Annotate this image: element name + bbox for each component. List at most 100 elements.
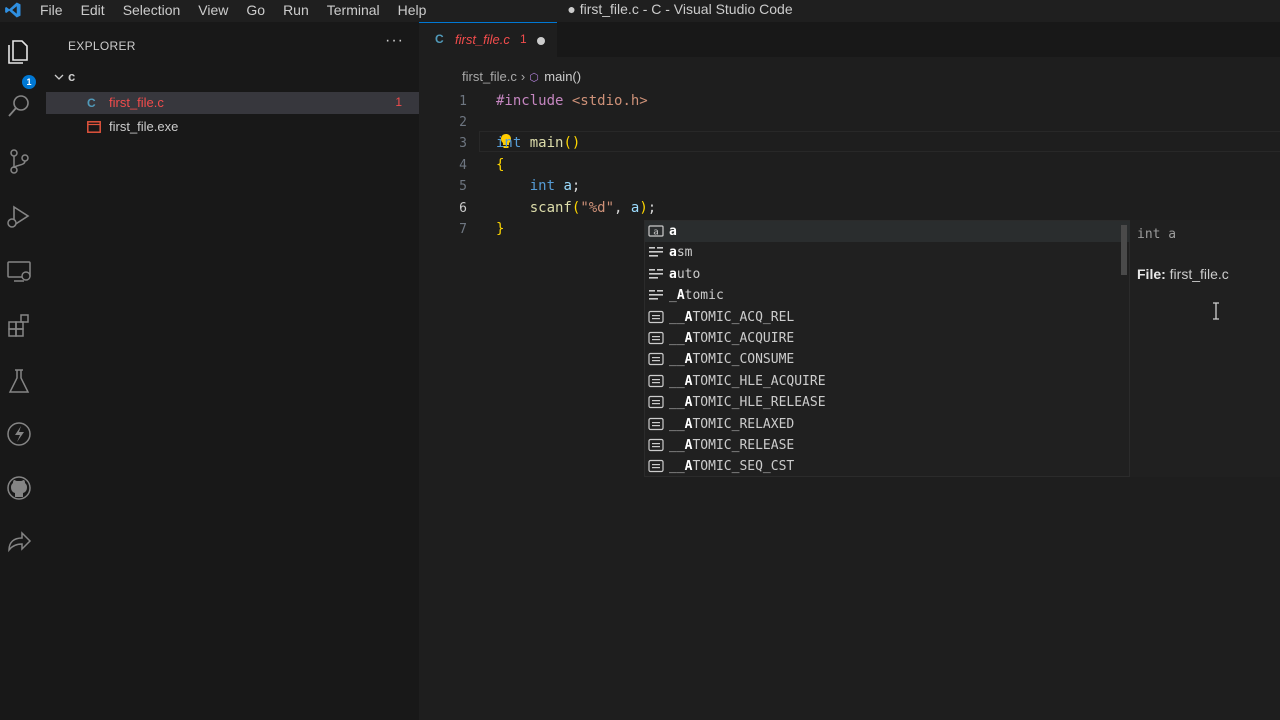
keyword-icon <box>648 288 664 302</box>
suggestion-item[interactable]: __ATOMIC_ACQ_REL <box>645 307 1131 328</box>
suggestion-label: auto <box>669 266 701 282</box>
vscode-logo-icon[interactable] <box>4 1 22 19</box>
file-name: first_file.exe <box>109 119 179 134</box>
extensions-icon[interactable] <box>4 311 34 341</box>
suggestion-label: __ATOMIC_HLE_ACQUIRE <box>669 373 826 389</box>
testing-icon[interactable] <box>4 366 34 396</box>
suggestion-label: __ATOMIC_ACQUIRE <box>669 331 795 346</box>
code-line: 6 scanf("%d", a); <box>419 198 1280 219</box>
source-control-icon[interactable] <box>4 146 34 176</box>
run-debug-icon[interactable] <box>4 201 34 231</box>
line-number: 6 <box>459 201 467 216</box>
details-type: int a <box>1137 227 1177 242</box>
line-number: 4 <box>459 158 467 173</box>
variable-icon: a <box>648 224 664 238</box>
menu-help[interactable]: Help <box>398 0 427 22</box>
tab-label: first_file.c <box>455 32 510 47</box>
breadcrumb-symbol[interactable]: main() <box>544 69 581 84</box>
menu-terminal[interactable]: Terminal <box>327 0 380 22</box>
suggestion-item[interactable]: __ATOMIC_CONSUME <box>645 349 1131 370</box>
suggestion-label: __ATOMIC_RELEASE <box>669 438 795 453</box>
menu-selection[interactable]: Selection <box>123 0 181 22</box>
lightning-icon[interactable] <box>4 419 34 449</box>
sidebar-title: EXPLORER <box>68 39 136 53</box>
suggestion-label: asm <box>669 245 693 261</box>
breadcrumb-file[interactable]: first_file.c <box>462 69 517 84</box>
github-icon[interactable] <box>4 473 34 503</box>
breadcrumb: first_file.c › ⬡ main() <box>462 69 581 84</box>
title-bar: File Edit Selection View Go Run Terminal… <box>0 0 1280 22</box>
suggestion-item[interactable]: __ATOMIC_RELEASE <box>645 435 1131 456</box>
code-line-text: scanf("%d", a); <box>529 200 657 216</box>
tab-problem-count: 1 <box>520 32 527 46</box>
suggestion-item[interactable]: __ATOMIC_ACQUIRE <box>645 328 1131 349</box>
menu-view[interactable]: View <box>198 0 228 22</box>
line-number: 2 <box>459 115 467 130</box>
text-icon <box>648 331 664 345</box>
method-icon: ⬡ <box>529 72 539 84</box>
c-file-icon: C <box>435 32 444 46</box>
suggestion-item[interactable]: auto <box>645 264 1131 285</box>
code-line-text: #include <stdio.h> <box>496 93 648 109</box>
suggestion-item[interactable]: __ATOMIC_HLE_ACQUIRE <box>645 371 1131 392</box>
code-line-text: { <box>496 157 505 173</box>
activity-bar: 1 <box>0 22 46 720</box>
suggestion-label: __ATOMIC_ACQ_REL <box>669 309 795 325</box>
chevron-right-icon: › <box>520 69 526 84</box>
remote-explorer-icon[interactable] <box>4 256 34 286</box>
explorer-icon[interactable] <box>4 36 34 66</box>
line-number: 1 <box>459 94 467 109</box>
menu-run[interactable]: Run <box>283 0 309 22</box>
line-number: 3 <box>459 136 467 151</box>
file-item-first-file-exe[interactable]: first_file.exe <box>46 116 419 138</box>
text-icon <box>648 310 664 324</box>
menu-bar: File Edit Selection View Go Run Terminal… <box>40 0 444 22</box>
menu-file[interactable]: File <box>40 0 63 22</box>
suggestion-label: __ATOMIC_SEQ_CST <box>669 459 795 475</box>
suggestion-label: _Atomic <box>669 288 724 304</box>
text-icon <box>648 459 664 473</box>
suggestion-item[interactable]: _Atomic <box>645 285 1131 306</box>
suggestion-label: __ATOMIC_HLE_RELEASE <box>669 395 826 411</box>
explorer-badge: 1 <box>22 75 36 89</box>
suggestion-label: __ATOMIC_RELAXED <box>669 416 795 432</box>
keyword-icon <box>648 267 664 281</box>
suggestion-item[interactable]: __ATOMIC_SEQ_CST <box>645 456 1131 477</box>
line-number: 5 <box>459 179 467 194</box>
suggestion-item[interactable]: __ATOMIC_RELAXED <box>645 414 1131 435</box>
explorer-sidebar: EXPLORER ··· c C first_file.c 1 first_fi… <box>46 22 419 720</box>
more-actions-icon[interactable]: ··· <box>385 32 404 50</box>
search-icon[interactable] <box>4 91 34 121</box>
menu-go[interactable]: Go <box>246 0 265 22</box>
code-line: 4 { <box>419 155 1280 176</box>
suggest-details: int a File: first_file.c <box>1130 220 1280 477</box>
file-item-first-file-c[interactable]: C first_file.c 1 <box>46 92 419 114</box>
suggestion-label: a <box>669 224 677 239</box>
folder-row[interactable]: c <box>46 67 419 89</box>
unsaved-dot-icon[interactable] <box>537 37 545 45</box>
code-line: 3 int main() <box>419 133 1280 154</box>
details-file-name: first_file.c <box>1169 266 1229 282</box>
text-cursor-icon <box>1213 302 1219 320</box>
c-file-icon: C <box>87 96 96 110</box>
suggestion-item[interactable]: aa <box>645 221 1131 242</box>
chevron-down-icon <box>54 74 64 80</box>
exe-file-icon <box>87 121 101 133</box>
problem-count: 1 <box>395 95 402 109</box>
text-icon <box>648 395 664 409</box>
tab-first-file-c[interactable]: C first_file.c 1 <box>419 22 557 57</box>
code-line: 5 int a; <box>419 176 1280 197</box>
details-file: File: first_file.c <box>1137 266 1229 282</box>
code-line-text: } <box>496 221 505 237</box>
suggest-scrollbar[interactable] <box>1121 225 1127 275</box>
tab-bar: C first_file.c 1 <box>419 22 1280 57</box>
suggestion-item[interactable]: __ATOMIC_HLE_RELEASE <box>645 392 1131 413</box>
window-title: ● first_file.c - C - Visual Studio Code <box>567 1 793 17</box>
live-share-icon[interactable] <box>4 526 34 556</box>
suggest-widget: a a asm auto _Atomic __ATOMIC_ACQ_REL __ATOMIC… <box>644 220 1131 477</box>
details-file-label: File: <box>1137 266 1166 282</box>
suggestion-item[interactable]: asm <box>645 242 1131 263</box>
menu-edit[interactable]: Edit <box>81 0 105 22</box>
code-line-text: int a; <box>529 178 581 194</box>
text-icon <box>648 352 664 366</box>
